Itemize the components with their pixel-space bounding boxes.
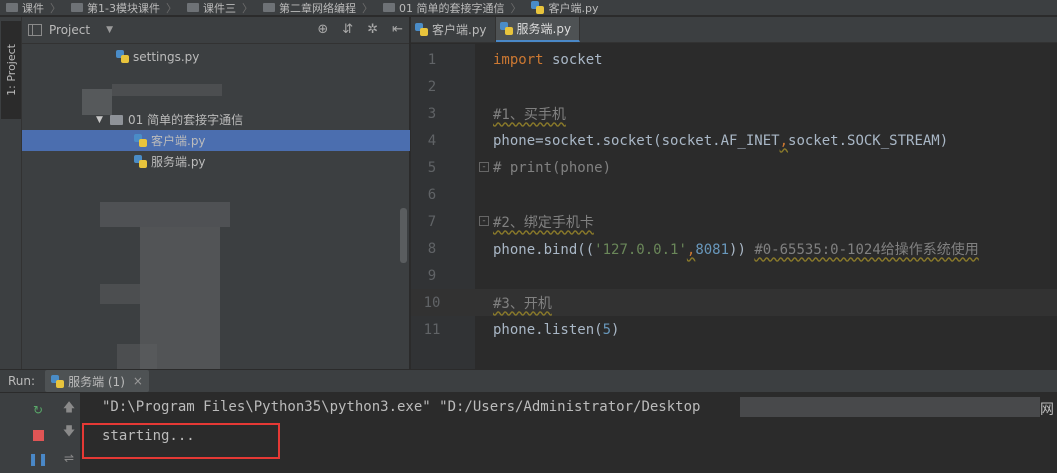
code-line[interactable]: 1 import socket xyxy=(411,46,1057,73)
chevron-down-icon[interactable]: ▼ xyxy=(96,115,110,125)
editor-tabs: 客户端.py 服务端.py xyxy=(411,17,1057,43)
tree-scrollbar[interactable] xyxy=(400,208,407,263)
code-line[interactable]: 5- # print(phone) xyxy=(411,154,1057,181)
code-line[interactable]: 10 #3、开机 xyxy=(411,289,1057,316)
project-panel-title[interactable]: Project xyxy=(49,23,90,37)
breadcrumb-item[interactable]: 第二章网络编程〉 xyxy=(257,0,377,15)
code-line[interactable]: 3 #1、买手机 xyxy=(411,100,1057,127)
breadcrumb-item[interactable]: 01 简单的套接字通信〉 xyxy=(377,0,526,15)
breadcrumb: 课件〉 第1-3模块课件〉 课件三〉 第二章网络编程〉 01 简单的套接字通信〉… xyxy=(0,0,1057,16)
tool-window-stripe: 1: Project xyxy=(0,17,22,369)
breadcrumb-item[interactable]: 课件〉 xyxy=(0,0,65,15)
stop-icon[interactable] xyxy=(30,427,46,443)
tab-client[interactable]: 客户端.py xyxy=(411,17,496,42)
code-line[interactable]: 9 xyxy=(411,262,1057,289)
console-line: "D:\Program Files\Python35\python3.exe" … xyxy=(102,399,701,415)
breadcrumb-item[interactable]: 客户端.py xyxy=(525,0,602,15)
tree-item-client[interactable]: 客户端.py xyxy=(22,130,410,151)
code-line[interactable]: 8 phone.bind(('127.0.0.1',8081)) #0-65535… xyxy=(411,235,1057,262)
gear-icon[interactable]: ✲ xyxy=(367,22,378,37)
folder-icon xyxy=(71,3,83,12)
folder-icon xyxy=(382,3,395,12)
tree-item-settings[interactable]: settings.py xyxy=(22,46,410,67)
code-line[interactable]: 2 xyxy=(411,73,1057,100)
python-file-icon xyxy=(51,374,65,388)
project-panel: Project ▼ ⊕ ⇵ ✲ ⇤ settings.py ▼ 01 简单的套接… xyxy=(22,17,410,377)
highlight-box xyxy=(82,423,280,459)
python-file-icon xyxy=(415,23,428,36)
tree-item-server[interactable]: 服务端.py xyxy=(22,151,410,172)
redacted-area xyxy=(100,284,140,304)
folder-icon xyxy=(262,3,275,12)
code-editor: 客户端.py 服务端.py 1 import socket 2 3 #1、买手机 4… xyxy=(411,17,1057,369)
python-file-icon xyxy=(499,22,513,35)
project-view-icon xyxy=(28,24,42,36)
code-line[interactable]: 11 phone.listen(5) xyxy=(411,316,1057,343)
breadcrumb-item[interactable]: 第1-3模块课件〉 xyxy=(65,0,181,15)
python-file-icon xyxy=(134,155,147,168)
python-file-icon xyxy=(134,134,147,147)
redacted-area xyxy=(82,89,112,115)
close-icon[interactable]: × xyxy=(133,374,143,388)
run-toolbar: ↻ ❚❚ 🡅 🡇 ⇌ xyxy=(0,393,80,473)
project-tool-tab[interactable]: 1: Project xyxy=(1,21,21,119)
code-line[interactable]: 7- #2、绑定手机卡 xyxy=(411,208,1057,235)
run-label: Run: xyxy=(8,374,36,388)
folder-icon xyxy=(186,3,199,12)
project-panel-header: Project ▼ ⊕ ⇵ ✲ ⇤ xyxy=(22,17,409,44)
chevron-down-icon[interactable]: ▼ xyxy=(106,25,113,35)
code-line[interactable]: 6 xyxy=(411,181,1057,208)
redacted-area xyxy=(100,202,230,227)
folder-icon xyxy=(110,114,123,125)
redacted-area xyxy=(740,397,1040,417)
fold-icon[interactable]: - xyxy=(479,216,489,226)
arrow-down-icon[interactable]: 🡇 xyxy=(61,424,77,440)
scroll-from-source-icon[interactable]: ⊕ xyxy=(317,22,328,37)
hide-panel-icon[interactable]: ⇤ xyxy=(392,22,403,37)
python-file-icon xyxy=(116,50,129,63)
run-tab[interactable]: 服务端 (1) × xyxy=(45,370,149,392)
breadcrumb-item[interactable]: 课件三〉 xyxy=(181,0,257,15)
fold-icon[interactable]: - xyxy=(479,162,489,172)
python-file-icon xyxy=(531,1,545,14)
run-panel-header: Run: 服务端 (1) × xyxy=(0,369,1057,393)
code-line[interactable]: 4 phone=socket.socket(socket.AF_INET,sock… xyxy=(411,127,1057,154)
arrow-up-icon[interactable]: 🡅 xyxy=(61,400,77,416)
tab-server[interactable]: 服务端.py xyxy=(495,17,581,42)
soft-wrap-icon[interactable]: ⇌ xyxy=(61,450,77,466)
collapse-all-icon[interactable]: ⇵ xyxy=(342,22,353,37)
folder-icon xyxy=(6,3,18,12)
rerun-icon[interactable]: ↻ xyxy=(30,402,46,418)
tree-item-folder[interactable]: ▼ 01 简单的套接字通信 xyxy=(22,109,410,130)
console-line-tail: 网 xyxy=(1040,402,1054,418)
redacted-area xyxy=(112,84,222,96)
pause-icon[interactable]: ❚❚ xyxy=(28,451,48,467)
